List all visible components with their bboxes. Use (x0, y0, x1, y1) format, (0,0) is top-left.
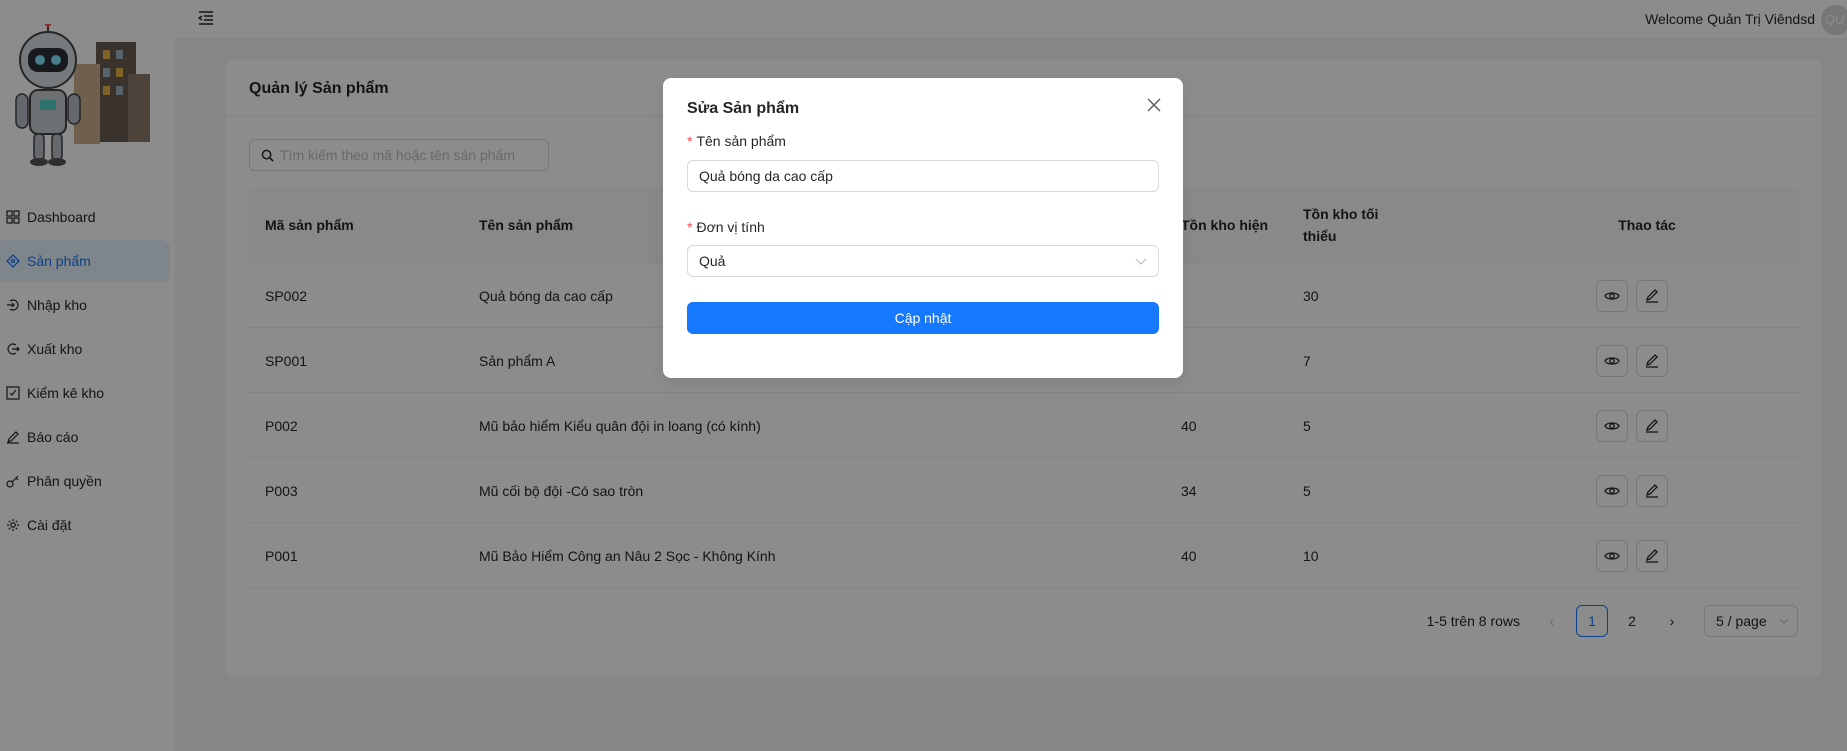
close-button[interactable] (1143, 94, 1165, 116)
close-icon (1147, 98, 1161, 112)
modal-title: Sửa Sản phẩm (687, 100, 800, 117)
required-mark: * (687, 133, 693, 149)
product-name-label: * Tên sản phẩm (687, 133, 786, 149)
unit-select-value: Quả (699, 253, 726, 269)
unit-label: * Đơn vị tính (687, 219, 765, 235)
edit-product-modal: Sửa Sản phẩm *Tên sản phẩm *Đơn vị tính … (663, 78, 1183, 378)
update-button[interactable]: Cập nhật (687, 302, 1159, 334)
product-name-input[interactable] (687, 160, 1159, 192)
chevron-down-icon (1135, 258, 1147, 265)
unit-select[interactable]: Quả (687, 245, 1159, 277)
required-mark: * (687, 219, 693, 235)
